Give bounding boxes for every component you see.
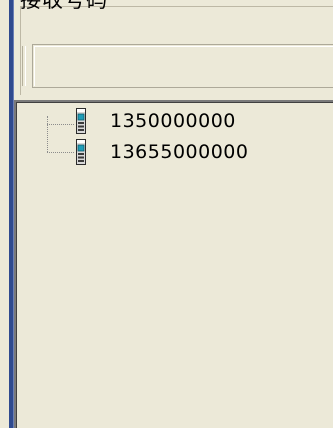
recipient-number-input[interactable]	[32, 44, 333, 88]
window-edge-gray	[0, 0, 8, 428]
tree-connector-vertical	[47, 116, 48, 152]
groupbox-title: 接收号码	[20, 0, 108, 12]
recipient-number-input-value[interactable]	[34, 46, 333, 86]
tree-item-label[interactable]: 1350000000	[110, 112, 236, 131]
phone-icon	[75, 108, 87, 134]
tree-item-label[interactable]: 13655000000	[110, 143, 248, 162]
tree-connector-horizontal	[47, 152, 74, 153]
tree-connector-horizontal	[47, 124, 74, 125]
phone-icon	[75, 139, 87, 165]
toolbar-grip-handle[interactable]	[22, 46, 26, 86]
